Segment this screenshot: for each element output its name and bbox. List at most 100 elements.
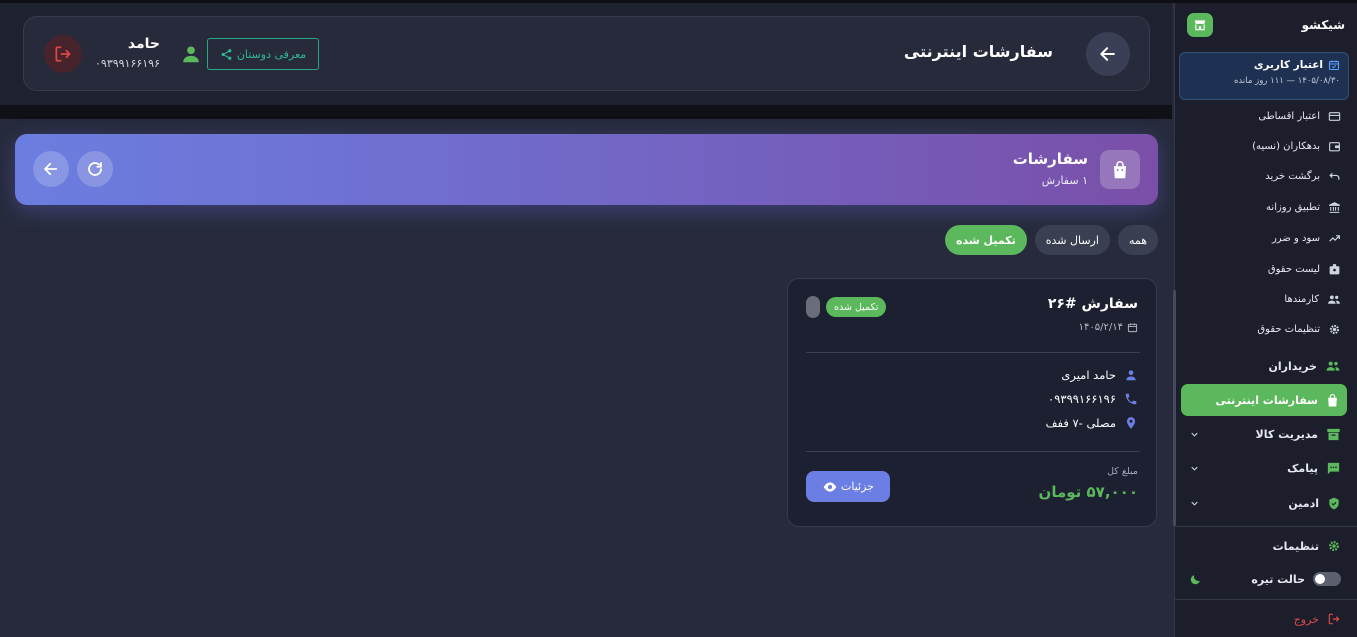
location-pin-icon	[1126, 417, 1136, 429]
sidebar-item-purchase-return[interactable]: برگشت خرید	[1183, 163, 1349, 189]
order-action-toggle[interactable]	[806, 296, 820, 318]
order-total: ۵۷,۰۰۰ تومان	[1038, 483, 1138, 501]
sidebar: شیکشو اعتبار کاربری ۱۴۰۵/۰۸/۳۰ — ۱۱۱ روز…	[1174, 3, 1357, 637]
calendar-check-icon	[1328, 60, 1340, 71]
sidebar-item-label: ادمین	[1288, 496, 1319, 510]
user-phone: ۰۹۳۹۹۱۶۶۱۹۶	[95, 57, 160, 70]
logout-icon	[1328, 613, 1340, 625]
order-address-row: مصلی -۷ ففف	[1046, 416, 1138, 430]
credit-title: اعتبار کاربری	[1253, 59, 1323, 71]
sidebar-item-payroll[interactable]: لیست حقوق	[1183, 256, 1349, 282]
refresh-icon	[88, 162, 102, 176]
calendar-icon	[1127, 323, 1138, 333]
sidebar-brand: شیکشو	[1187, 11, 1345, 39]
sidebar-scrollbar[interactable]	[1173, 290, 1176, 526]
sidebar-item-settings[interactable]: تنظیمات	[1183, 533, 1349, 559]
order-card: سفارش #۲۶ ۱۴۰۵/۲/۱۴ تکمیل شده حامد امیری…	[787, 278, 1157, 527]
sidebar-item-profit-loss[interactable]: سود و ضرر	[1183, 225, 1349, 251]
order-divider	[806, 352, 1140, 353]
invite-friends-label: معرفی دوستان	[236, 47, 307, 61]
moon-icon	[1190, 574, 1200, 584]
sidebar-item-daily-reconcile[interactable]: تطبیق روزانه	[1183, 194, 1349, 220]
sidebar-item-employees[interactable]: کارمندها	[1183, 286, 1349, 312]
page-title: سفارشات اینترنتی	[903, 42, 1053, 61]
shopping-bag-icon	[1114, 160, 1126, 178]
user-name: حامد	[127, 36, 160, 52]
sidebar-divider	[1174, 599, 1357, 600]
people-icon	[1328, 294, 1340, 304]
sidebar-item-label: اعتبار اقساطی	[1258, 110, 1320, 122]
archive-icon	[1327, 428, 1340, 440]
header-back-button[interactable]	[1086, 32, 1130, 76]
sidebar-item-buyers[interactable]: خریداران	[1183, 353, 1349, 379]
brand-name: شیکشو	[1301, 18, 1345, 32]
order-details-button[interactable]: جزئیات	[806, 471, 890, 502]
sidebar-item-label: بدهکاران (نسیه)	[1252, 140, 1320, 152]
sidebar-item-debtors[interactable]: بدهکاران (نسیه)	[1183, 133, 1349, 159]
refresh-button[interactable]	[77, 151, 113, 187]
trending-icon	[1329, 234, 1340, 242]
banner-title: سفارشات	[1012, 150, 1088, 168]
order-details-label: جزئیات	[841, 480, 874, 493]
logout-icon	[55, 46, 71, 62]
order-date-text: ۱۴۰۵/۲/۱۴	[1078, 322, 1123, 333]
badge-icon	[1329, 263, 1340, 274]
filter-all[interactable]: همه	[1117, 225, 1158, 255]
gear-icon	[1329, 541, 1339, 551]
sidebar-divider	[1174, 526, 1357, 527]
sidebar-item-payroll-settings[interactable]: تنظیمات حقوق	[1183, 316, 1349, 342]
order-title: سفارش #۲۶	[1047, 296, 1138, 312]
order-total-label: مبلغ کل	[1107, 466, 1138, 477]
dark-mode-toggle[interactable]	[1313, 572, 1341, 586]
shield-icon	[1329, 497, 1339, 509]
header-logout-button[interactable]	[44, 35, 82, 73]
order-divider	[806, 451, 1140, 452]
arrow-left-icon	[1100, 47, 1115, 61]
phone-icon	[1125, 393, 1137, 405]
person-icon	[183, 46, 199, 63]
user-info: حامد ۰۹۳۹۹۱۶۶۱۹۶	[92, 34, 202, 74]
order-address: مصلی -۷ ففف	[1045, 416, 1116, 430]
sidebar-item-dark-mode[interactable]: حالت تیره	[1183, 566, 1349, 592]
sidebar-item-product-mgmt[interactable]: مدیریت کالا	[1183, 421, 1349, 447]
invite-friends-button[interactable]: معرفی دوستان	[207, 38, 319, 70]
credit-box[interactable]: اعتبار کاربری ۱۴۰۵/۰۸/۳۰ — ۱۱۱ روز مانده	[1179, 52, 1349, 100]
sidebar-item-logout[interactable]: خروج	[1183, 606, 1349, 632]
filter-sent[interactable]: ارسال شده	[1034, 225, 1110, 255]
store-icon[interactable]	[1187, 13, 1213, 37]
undo-icon	[1329, 172, 1340, 180]
sidebar-item-sms[interactable]: پیامک	[1183, 455, 1349, 481]
order-customer: حامد امیری	[1061, 368, 1116, 382]
share-icon	[221, 48, 232, 60]
order-status-badge: تکمیل شده	[826, 297, 887, 317]
header-divider	[0, 105, 1172, 119]
order-customer-row: حامد امیری	[1061, 368, 1138, 382]
sidebar-item-online-orders[interactable]: سفارشات اینترنتی	[1181, 384, 1347, 416]
filter-completed[interactable]: تکمیل شده	[945, 225, 1027, 255]
sidebar-item-label: برگشت خرید	[1265, 170, 1320, 182]
banner-bag-icon-box	[1100, 150, 1140, 189]
sidebar-item-label: مدیریت کالا	[1255, 427, 1318, 441]
sidebar-item-installment-credit[interactable]: اعتبار اقساطی	[1183, 103, 1349, 129]
order-phone-row: ۰۹۳۹۹۱۶۶۱۹۶	[1048, 392, 1138, 406]
sidebar-item-label: تنظیمات	[1272, 539, 1319, 553]
sidebar-item-label: سود و ضرر	[1271, 232, 1320, 244]
sidebar-item-label: سفارشات اینترنتی	[1215, 393, 1318, 407]
sidebar-item-admin[interactable]: ادمین	[1183, 490, 1349, 516]
eye-icon	[823, 481, 837, 492]
people-icon	[1326, 361, 1340, 371]
sidebar-item-label: خروج	[1293, 612, 1319, 626]
orders-banner: سفارشات ۱ سفارش	[15, 134, 1158, 205]
wallet-icon	[1329, 141, 1340, 151]
chevron-down-icon	[1191, 432, 1198, 437]
credit-subtitle: ۱۴۰۵/۰۸/۳۰ — ۱۱۱ روز مانده	[1233, 76, 1340, 86]
sidebar-item-label: تنظیمات حقوق	[1257, 323, 1320, 335]
message-icon	[1327, 462, 1340, 474]
chevron-down-icon	[1191, 501, 1198, 506]
credit-card-icon	[1328, 111, 1341, 121]
bank-icon	[1329, 201, 1340, 213]
chevron-down-icon	[1191, 466, 1198, 471]
sidebar-item-label: پیامک	[1287, 461, 1318, 475]
banner-back-button[interactable]	[33, 151, 69, 187]
shopping-bag-icon	[1328, 393, 1337, 406]
